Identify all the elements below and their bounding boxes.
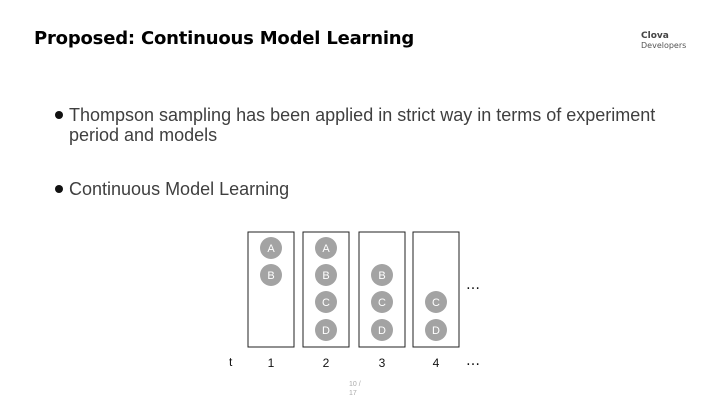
page-number: 10 / 17 [349, 380, 361, 398]
model-node-label: A [267, 243, 275, 255]
model-node-label: D [432, 325, 440, 337]
model-node-label: B [378, 270, 385, 282]
model-node-label: C [378, 297, 386, 309]
time-step-label: 2 [323, 356, 330, 370]
model-timeline-diagram: 1 A B 2 A B C D 3 B C D 4 C Dt … … [229, 231, 480, 370]
model-node-label: B [267, 270, 274, 282]
ellipsis-time: … [466, 353, 480, 369]
page-number-current: 10 / [349, 381, 361, 388]
time-step-label: 3 [379, 356, 386, 370]
ellipsis-models: … [466, 277, 480, 293]
model-node-label: D [322, 325, 330, 337]
time-axis-label: t [229, 355, 233, 369]
page-number-total: 17 [349, 390, 357, 397]
time-step-label: 4 [433, 356, 440, 370]
model-node-label: C [322, 297, 330, 309]
model-node-label: C [432, 297, 440, 309]
time-step-label: 1 [268, 356, 275, 370]
model-node-label: B [322, 270, 329, 282]
model-node-label: A [322, 243, 330, 255]
model-node-label: D [378, 325, 386, 337]
